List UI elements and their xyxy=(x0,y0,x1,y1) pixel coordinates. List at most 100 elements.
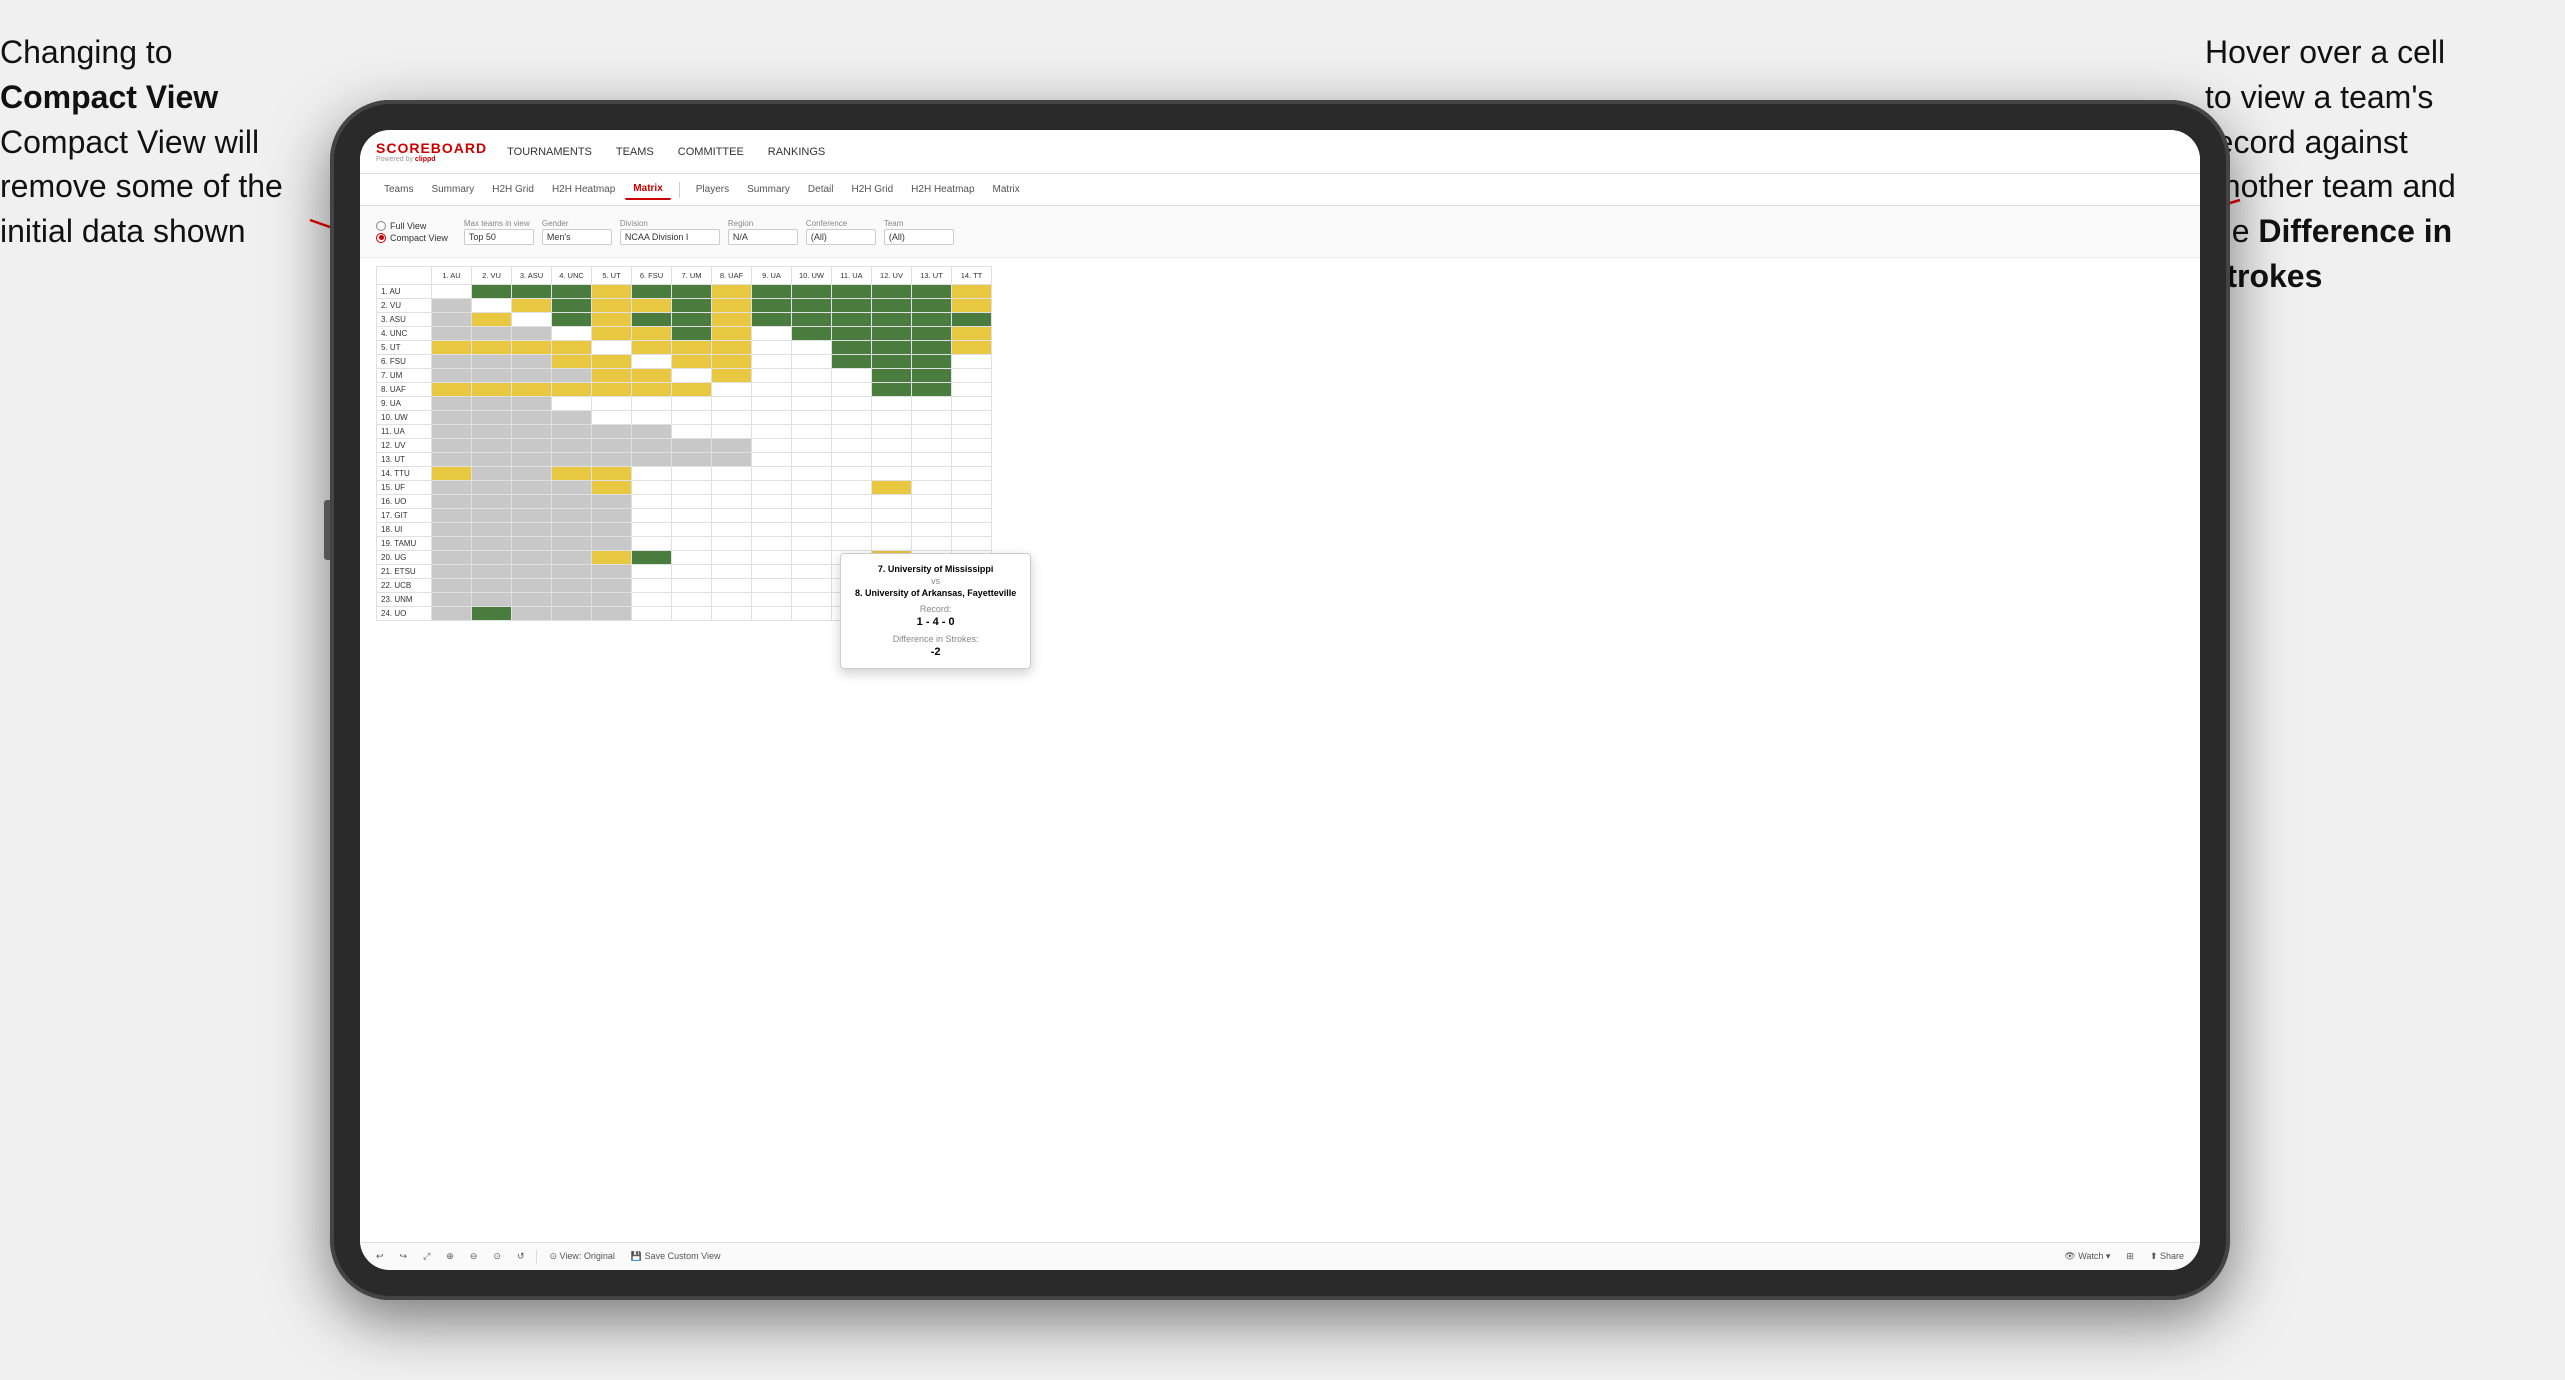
matrix-cell-r4-c9[interactable] xyxy=(792,341,832,355)
matrix-cell-r18-c9[interactable] xyxy=(792,537,832,551)
matrix-cell-r2-c11[interactable] xyxy=(872,313,912,327)
matrix-cell-r3-c4[interactable] xyxy=(592,327,632,341)
matrix-cell-r16-c13[interactable] xyxy=(952,509,992,523)
matrix-cell-r16-c8[interactable] xyxy=(752,509,792,523)
matrix-cell-r1-c4[interactable] xyxy=(592,299,632,313)
matrix-cell-r1-c10[interactable] xyxy=(832,299,872,313)
matrix-cell-r8-c2[interactable] xyxy=(512,397,552,411)
matrix-cell-r10-c8[interactable] xyxy=(752,425,792,439)
matrix-cell-r16-c4[interactable] xyxy=(592,509,632,523)
matrix-cell-r2-c7[interactable] xyxy=(712,313,752,327)
matrix-cell-r20-c5[interactable] xyxy=(632,565,672,579)
matrix-cell-r1-c5[interactable] xyxy=(632,299,672,313)
matrix-cell-r3-c7[interactable] xyxy=(712,327,752,341)
matrix-cell-r3-c9[interactable] xyxy=(792,327,832,341)
matrix-cell-r15-c8[interactable] xyxy=(752,495,792,509)
matrix-cell-r2-c12[interactable] xyxy=(912,313,952,327)
matrix-cell-r7-c11[interactable] xyxy=(872,383,912,397)
matrix-cell-r11-c5[interactable] xyxy=(632,439,672,453)
matrix-cell-r20-c4[interactable] xyxy=(592,565,632,579)
sub-tab-h2h-grid1[interactable]: H2H Grid xyxy=(484,180,542,199)
matrix-cell-r8-c9[interactable] xyxy=(792,397,832,411)
matrix-cell-r18-c13[interactable] xyxy=(952,537,992,551)
matrix-cell-r0-c5[interactable] xyxy=(632,285,672,299)
matrix-cell-r5-c13[interactable] xyxy=(952,355,992,369)
matrix-cell-r15-c6[interactable] xyxy=(672,495,712,509)
matrix-cell-r16-c12[interactable] xyxy=(912,509,952,523)
matrix-cell-r0-c11[interactable] xyxy=(872,285,912,299)
matrix-cell-r8-c12[interactable] xyxy=(912,397,952,411)
matrix-cell-r16-c11[interactable] xyxy=(872,509,912,523)
matrix-cell-r13-c5[interactable] xyxy=(632,467,672,481)
matrix-cell-r21-c5[interactable] xyxy=(632,579,672,593)
matrix-cell-r12-c12[interactable] xyxy=(912,453,952,467)
matrix-cell-r14-c9[interactable] xyxy=(792,481,832,495)
nav-tournaments[interactable]: TOURNAMENTS xyxy=(507,146,592,158)
matrix-cell-r22-c8[interactable] xyxy=(752,593,792,607)
matrix-cell-r17-c4[interactable] xyxy=(592,523,632,537)
matrix-cell-r22-c5[interactable] xyxy=(632,593,672,607)
matrix-cell-r0-c10[interactable] xyxy=(832,285,872,299)
nav-committee[interactable]: COMMITTEE xyxy=(678,146,744,158)
matrix-cell-r11-c10[interactable] xyxy=(832,439,872,453)
sub-tab-matrix2[interactable]: Matrix xyxy=(985,180,1028,199)
matrix-cell-r23-c9[interactable] xyxy=(792,607,832,621)
matrix-cell-r4-c0[interactable] xyxy=(432,341,472,355)
matrix-cell-r1-c12[interactable] xyxy=(912,299,952,313)
matrix-cell-r13-c1[interactable] xyxy=(472,467,512,481)
matrix-cell-r15-c9[interactable] xyxy=(792,495,832,509)
matrix-cell-r18-c2[interactable] xyxy=(512,537,552,551)
matrix-cell-r20-c2[interactable] xyxy=(512,565,552,579)
matrix-cell-r23-c5[interactable] xyxy=(632,607,672,621)
matrix-cell-r7-c5[interactable] xyxy=(632,383,672,397)
matrix-cell-r13-c12[interactable] xyxy=(912,467,952,481)
matrix-cell-r3-c12[interactable] xyxy=(912,327,952,341)
matrix-cell-r18-c12[interactable] xyxy=(912,537,952,551)
matrix-cell-r20-c1[interactable] xyxy=(472,565,512,579)
matrix-cell-r10-c10[interactable] xyxy=(832,425,872,439)
matrix-cell-r20-c3[interactable] xyxy=(552,565,592,579)
matrix-cell-r14-c1[interactable] xyxy=(472,481,512,495)
conference-select[interactable]: (All) xyxy=(806,229,876,245)
matrix-cell-r1-c6[interactable] xyxy=(672,299,712,313)
sub-tab-detail[interactable]: Detail xyxy=(800,180,842,199)
matrix-cell-r15-c11[interactable] xyxy=(872,495,912,509)
matrix-cell-r9-c13[interactable] xyxy=(952,411,992,425)
matrix-cell-r7-c6[interactable] xyxy=(672,383,712,397)
full-view-radio[interactable] xyxy=(376,221,386,231)
matrix-cell-r8-c8[interactable] xyxy=(752,397,792,411)
matrix-cell-r17-c2[interactable] xyxy=(512,523,552,537)
team-select[interactable]: (All) xyxy=(884,229,954,245)
matrix-cell-r10-c1[interactable] xyxy=(472,425,512,439)
matrix-cell-r23-c7[interactable] xyxy=(712,607,752,621)
matrix-cell-r13-c13[interactable] xyxy=(952,467,992,481)
matrix-cell-r12-c5[interactable] xyxy=(632,453,672,467)
matrix-cell-r16-c3[interactable] xyxy=(552,509,592,523)
matrix-cell-r0-c3[interactable] xyxy=(552,285,592,299)
matrix-cell-r9-c3[interactable] xyxy=(552,411,592,425)
matrix-cell-r7-c4[interactable] xyxy=(592,383,632,397)
matrix-cell-r12-c3[interactable] xyxy=(552,453,592,467)
matrix-cell-r0-c12[interactable] xyxy=(912,285,952,299)
matrix-cell-r14-c5[interactable] xyxy=(632,481,672,495)
matrix-cell-r23-c3[interactable] xyxy=(552,607,592,621)
matrix-cell-r14-c13[interactable] xyxy=(952,481,992,495)
matrix-cell-r4-c13[interactable] xyxy=(952,341,992,355)
matrix-cell-r23-c2[interactable] xyxy=(512,607,552,621)
matrix-cell-r14-c8[interactable] xyxy=(752,481,792,495)
matrix-cell-r10-c2[interactable] xyxy=(512,425,552,439)
matrix-cell-r2-c8[interactable] xyxy=(752,313,792,327)
matrix-cell-r2-c0[interactable] xyxy=(432,313,472,327)
matrix-cell-r10-c9[interactable] xyxy=(792,425,832,439)
matrix-cell-r4-c6[interactable] xyxy=(672,341,712,355)
toolbar-icon4[interactable]: ⊕ xyxy=(442,1249,458,1264)
matrix-cell-r4-c11[interactable] xyxy=(872,341,912,355)
matrix-cell-r12-c4[interactable] xyxy=(592,453,632,467)
matrix-cell-r10-c7[interactable] xyxy=(712,425,752,439)
region-select[interactable]: N/A xyxy=(728,229,798,245)
matrix-cell-r11-c7[interactable] xyxy=(712,439,752,453)
matrix-cell-r2-c2[interactable] xyxy=(512,313,552,327)
matrix-cell-r4-c10[interactable] xyxy=(832,341,872,355)
matrix-cell-r18-c4[interactable] xyxy=(592,537,632,551)
matrix-cell-r5-c10[interactable] xyxy=(832,355,872,369)
